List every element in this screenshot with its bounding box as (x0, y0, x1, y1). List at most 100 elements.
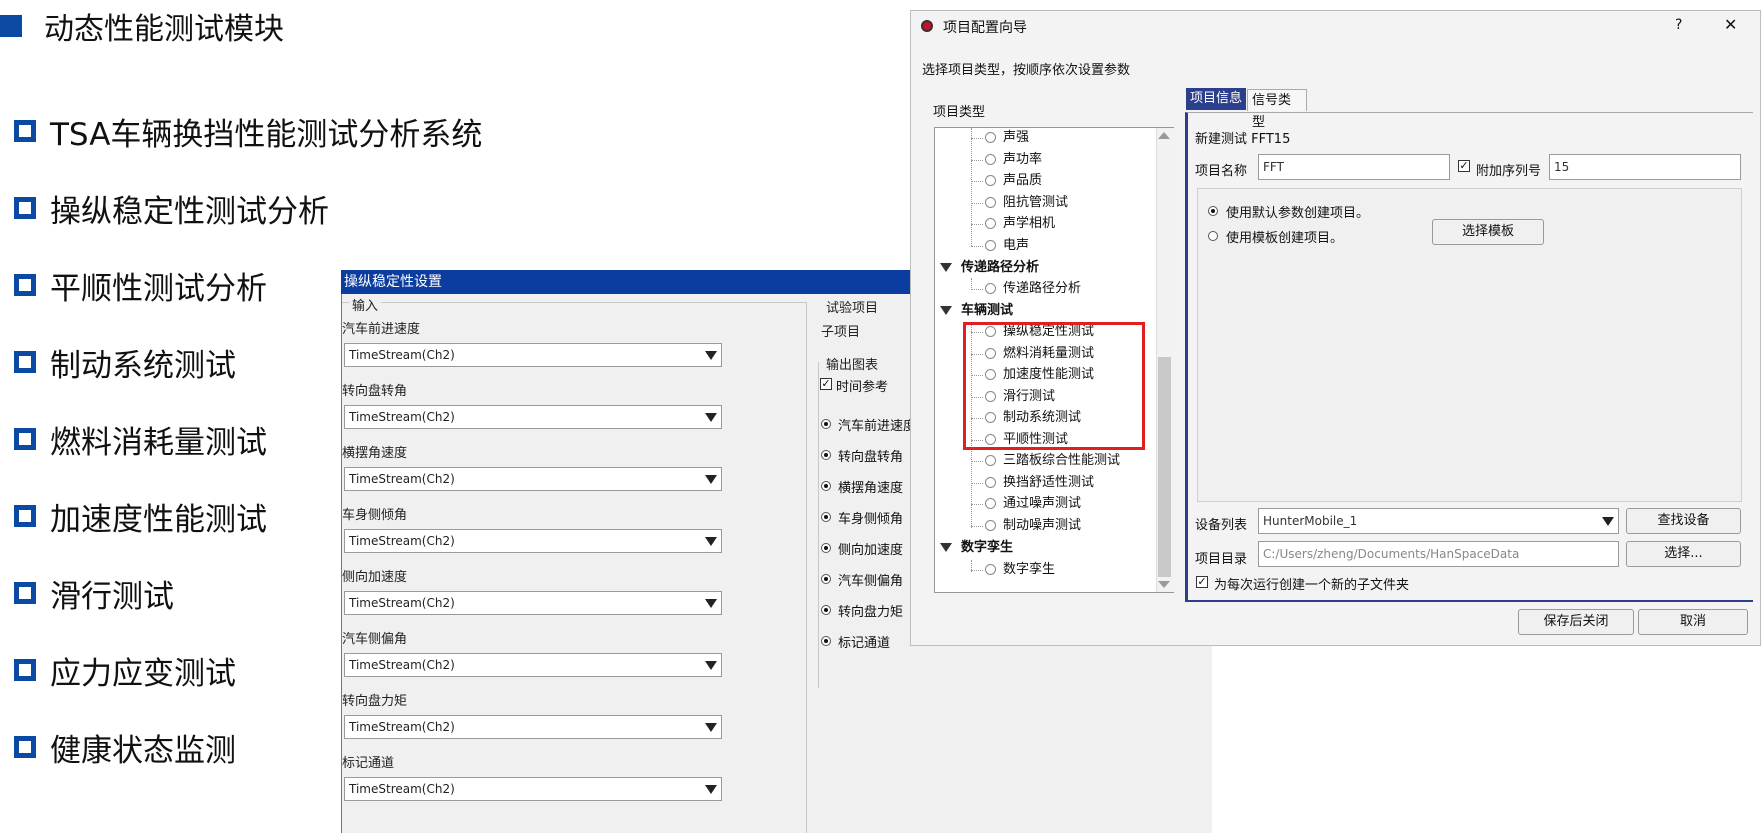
tree-item-label: 换挡舒适性测试 (1003, 475, 1095, 490)
output-radio[interactable] (821, 605, 831, 615)
bullet-square-icon (14, 659, 36, 681)
field-label: 横摆角速度 (342, 446, 408, 461)
output-label: 车身侧倾角 (838, 512, 904, 527)
channel-select[interactable]: TimeStream(Ch2) (344, 715, 722, 739)
tree-branch (971, 160, 983, 161)
close-icon[interactable]: ✕ (1724, 15, 1737, 34)
expand-triangle-icon (940, 306, 952, 315)
bullet-square-icon (14, 274, 36, 296)
tab-signal-type[interactable]: 信号类型 (1247, 89, 1307, 130)
list-item: 滑行测试 (14, 570, 174, 616)
channel-select[interactable]: TimeStream(Ch2) (344, 653, 722, 677)
handling-settings-title: 操纵稳定性设置 (341, 270, 912, 294)
field-label: 汽车侧偏角 (342, 632, 408, 647)
tree-item-label: 声功率 (1003, 152, 1043, 167)
project-name-input[interactable]: FFT (1258, 154, 1450, 180)
time-ref-label: 时间参考 (836, 380, 889, 395)
tree-radio-icon (985, 240, 996, 251)
tree-item-label: 声强 (1003, 130, 1030, 145)
chevron-down-icon (705, 537, 717, 546)
channel-select[interactable]: TimeStream(Ch2) (344, 777, 722, 801)
browse-button[interactable]: 选择... (1626, 541, 1741, 567)
subfolder-checkbox[interactable]: ✓ (1196, 576, 1208, 588)
chevron-down-icon (705, 351, 717, 360)
serial-checkbox[interactable]: ✓ (1458, 160, 1470, 172)
tree-category-label: 传递路径分析 (961, 260, 1040, 275)
default-params-label: 使用默认参数创建项目。 (1226, 206, 1370, 221)
scroll-up-icon[interactable] (1158, 132, 1170, 139)
tree-branch (971, 181, 983, 182)
device-select[interactable]: HunterMobile_1 (1258, 508, 1619, 534)
list-item: 健康状态监测 (14, 724, 236, 770)
input-group-label: 输入 (349, 295, 382, 314)
tree-radio-icon (985, 477, 996, 488)
tree-radio-icon (985, 197, 996, 208)
expand-triangle-icon (940, 263, 952, 272)
template-radio[interactable] (1208, 231, 1218, 241)
bullet-square-icon (14, 351, 36, 373)
tree-label: 项目类型 (933, 105, 986, 120)
new-test-label: 新建测试 FFT15 (1195, 132, 1291, 147)
tree-branch (971, 461, 983, 462)
tree-radio-icon (985, 283, 996, 294)
chevron-down-icon (705, 785, 717, 794)
tree-guide (971, 128, 972, 246)
channel-select[interactable]: TimeStream(Ch2) (344, 591, 722, 615)
tree-radio-icon (985, 520, 996, 531)
bullet-square-icon (14, 428, 36, 450)
blank-area (1212, 646, 1761, 833)
output-radio[interactable] (821, 481, 831, 491)
slide-title: 动态性能测试模块 (0, 6, 284, 47)
channel-select[interactable]: TimeStream(Ch2) (344, 467, 722, 491)
tree-branch (971, 203, 983, 204)
tree-branch (971, 504, 983, 505)
channel-select[interactable]: TimeStream(Ch2) (344, 405, 722, 429)
scroll-down-icon[interactable] (1158, 581, 1170, 588)
tree-category-label: 数字孪生 (961, 540, 1014, 555)
channel-select[interactable]: TimeStream(Ch2) (344, 529, 722, 553)
template-label: 使用模板创建项目。 (1226, 231, 1344, 246)
tab-project-info[interactable]: 项目信息 (1186, 88, 1246, 110)
tree-radio-icon (985, 132, 996, 143)
app-icon (921, 20, 933, 32)
time-ref-checkbox[interactable]: ✓ (820, 378, 832, 390)
slide-title-text: 动态性能测试模块 (44, 12, 284, 47)
output-label: 汽车侧偏角 (838, 574, 904, 589)
tree-branch (971, 289, 983, 290)
output-label: 侧向加速度 (838, 543, 904, 558)
output-radio[interactable] (821, 419, 831, 429)
expand-triangle-icon (940, 543, 952, 552)
output-group-label: 输出图表 (826, 358, 879, 373)
output-radio[interactable] (821, 574, 831, 584)
default-params-radio[interactable] (1208, 206, 1218, 216)
select-template-button[interactable]: 选择模板 (1432, 219, 1544, 245)
serial-input[interactable]: 15 (1549, 154, 1741, 180)
find-device-button[interactable]: 查找设备 (1626, 508, 1741, 534)
device-list-label: 设备列表 (1195, 518, 1248, 533)
tree-radio-icon (985, 175, 996, 186)
tree-item-label: 传递路径分析 (1003, 281, 1082, 296)
cancel-button[interactable]: 取消 (1638, 609, 1748, 635)
save-close-button[interactable]: 保存后关闭 (1518, 609, 1634, 635)
tree-item-label: 阻抗管测试 (1003, 195, 1069, 210)
output-radio[interactable] (821, 543, 831, 553)
list-item: TSA车辆换挡性能测试分析系统 (14, 108, 482, 154)
output-radio[interactable] (821, 512, 831, 522)
scrollbar-thumb[interactable] (1158, 357, 1171, 577)
output-radio[interactable] (821, 450, 831, 460)
output-radio[interactable] (821, 636, 831, 646)
project-dir-label: 项目目录 (1195, 552, 1248, 567)
channel-select[interactable]: TimeStream(Ch2) (344, 343, 722, 367)
output-label: 汽车前进速度 (838, 419, 912, 434)
tree-radio-icon (985, 455, 996, 466)
output-label: 转向盘力矩 (838, 605, 904, 620)
chevron-down-icon (705, 599, 717, 608)
project-name-label: 项目名称 (1195, 164, 1248, 179)
help-button[interactable]: ? (1675, 17, 1682, 33)
tree-item-label: 声学相机 (1003, 216, 1056, 231)
tree-item-label: 通过噪声测试 (1003, 496, 1082, 511)
output-label: 标记通道 (838, 636, 891, 651)
project-dir-input[interactable]: C:/Users/zheng/Documents/HanSpaceData (1258, 541, 1619, 567)
field-label: 标记通道 (342, 756, 395, 771)
list-item: 平顺性测试分析 (14, 262, 267, 308)
